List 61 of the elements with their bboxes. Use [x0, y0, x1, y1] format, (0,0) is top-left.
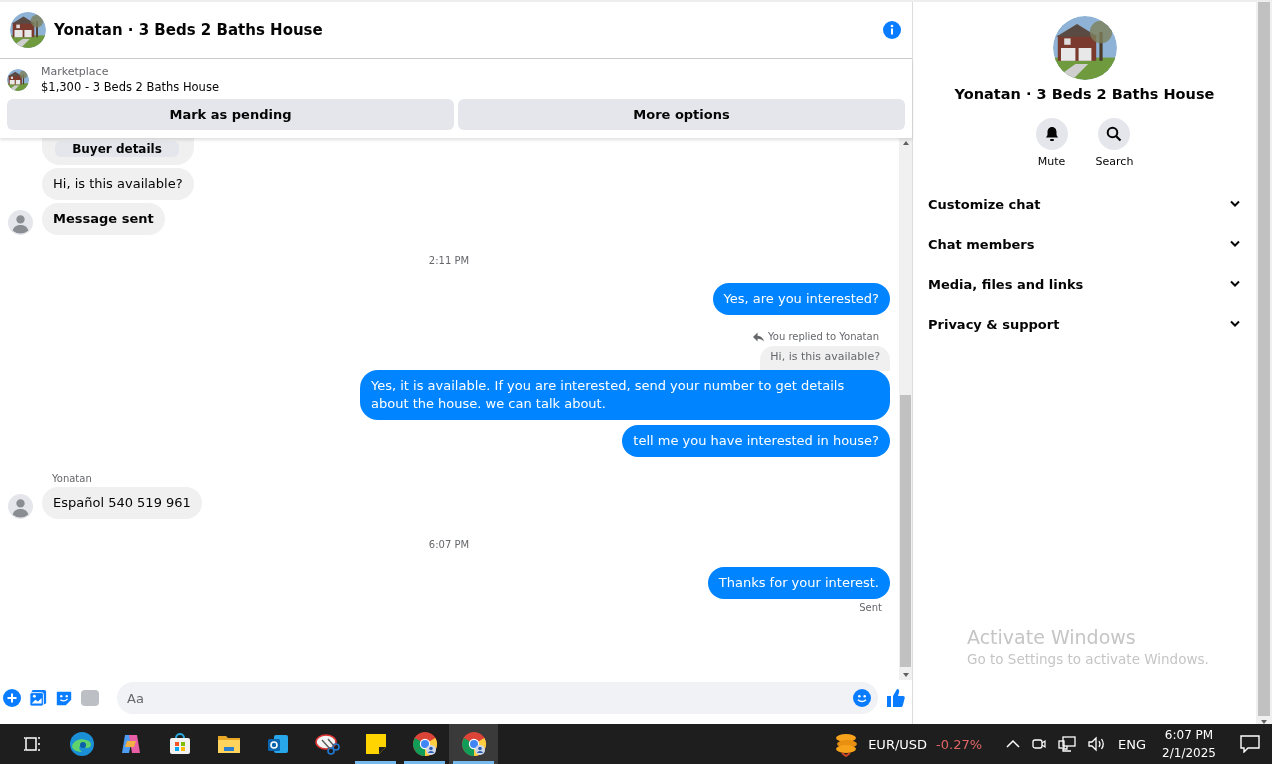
section-header[interactable]: Customize chat: [928, 184, 1241, 224]
browser-icon: [460, 731, 487, 757]
scrollbar[interactable]: [899, 138, 912, 680]
chevron-up-icon[interactable]: [1006, 739, 1021, 749]
section-header[interactable]: Chat members: [928, 224, 1241, 264]
user-avatar: [8, 210, 33, 235]
chat-title: Yonatan · 3 Beds 2 Baths House: [954, 86, 1215, 102]
sticker-icon[interactable]: [55, 689, 73, 707]
reply-label: You replied to Yonatan: [768, 331, 879, 342]
message-status: Sent: [859, 602, 882, 613]
sender-name: Yonatan: [52, 473, 93, 484]
currency-pair: EUR/USD: [868, 736, 928, 752]
thumbs-up-icon[interactable]: [886, 688, 906, 708]
action-button[interactable]: More options: [458, 99, 905, 130]
task-view-icon: [23, 736, 42, 752]
price-change: -0.27%: [936, 736, 983, 752]
search-icon: [1106, 126, 1123, 142]
scrollbar[interactable]: [1256, 2, 1272, 724]
message-field[interactable]: Aa: [117, 682, 878, 714]
chat-title: Yonatan · 3 Beds 2 Baths House: [54, 21, 324, 39]
activation-hint: Go to Settings to activate Windows.: [967, 651, 1209, 667]
speaker-icon[interactable]: [1088, 736, 1107, 752]
scissors-icon: [313, 732, 340, 756]
coins-icon[interactable]: [833, 731, 860, 757]
message-bubble: Message sent: [42, 203, 165, 235]
message-bubble: Thanks for your interest.: [707, 567, 890, 599]
message-bubble: Yes, it is available. If you are interested, send your number to get details about the house. we can talk about.: [360, 370, 890, 420]
info-icon[interactable]: [882, 20, 902, 40]
bell-icon: [1043, 126, 1060, 142]
globe-icon: [68, 731, 95, 757]
section-header[interactable]: Privacy & support: [928, 304, 1241, 344]
message-bubble: Español 540 519 961: [42, 487, 202, 519]
browser-icon: [411, 731, 438, 757]
notification-icon[interactable]: [1240, 735, 1260, 753]
camera-icon[interactable]: [1032, 736, 1047, 752]
listing-label: Marketplace: [41, 65, 110, 78]
section-header[interactable]: Media, files and links: [928, 264, 1241, 304]
reply-icon: [753, 331, 764, 342]
emoji-icon[interactable]: [853, 689, 871, 707]
sticky-note-icon: [363, 732, 388, 756]
user-avatar: [8, 494, 33, 519]
activation-title: Activate Windows: [967, 626, 1137, 648]
listing-title: $1,300 - 3 Beds 2 Baths House: [41, 80, 219, 94]
message-bubble: Yes, are you interested?: [712, 283, 890, 315]
quoted-message: Hi, is this available?: [760, 346, 890, 371]
message-bubble: Hi, is this available?: [42, 168, 194, 200]
action-button[interactable]: Mark as pending: [7, 99, 454, 130]
network-icon[interactable]: [1058, 736, 1077, 752]
add-icon[interactable]: [3, 689, 21, 707]
folder-icon: [216, 733, 241, 755]
language-indicator[interactable]: ENG: [1118, 736, 1147, 752]
timestamp: 2:11 PM: [427, 255, 471, 266]
image-icon[interactable]: [29, 689, 47, 707]
shopping-bag-icon: [167, 732, 192, 756]
mail-icon: [265, 732, 290, 756]
message-bubble: tell me you have interested in house?: [622, 425, 890, 457]
taskbar-app[interactable]: [449, 724, 498, 764]
clock-date[interactable]: 2/1/2025: [1162, 744, 1216, 762]
buyer-details-button[interactable]: Buyer details: [55, 141, 179, 157]
clock-time[interactable]: 6:07 PM: [1162, 726, 1216, 744]
timestamp: 6:07 PM: [427, 539, 471, 550]
